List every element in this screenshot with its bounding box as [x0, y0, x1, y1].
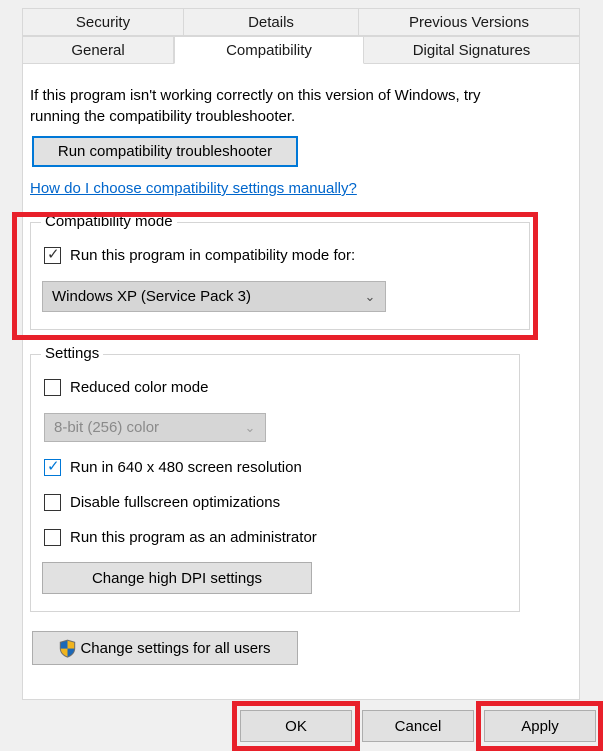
tab-general[interactable]: General — [22, 36, 174, 64]
reduced-color-mode-checkbox-row[interactable]: Reduced color mode — [44, 379, 208, 396]
tab-row-2: General Compatibility Digital Signatures — [22, 36, 580, 64]
tab-compatibility[interactable]: Compatibility — [174, 36, 364, 64]
checkmark-icon: ✓ — [47, 246, 60, 263]
compatibility-os-dropdown[interactable]: Windows XP (Service Pack 3) ⌄ — [42, 281, 386, 312]
apply-button[interactable]: Apply — [484, 710, 596, 742]
tab-details[interactable]: Details — [184, 8, 359, 36]
tab-previous-versions[interactable]: Previous Versions — [359, 8, 580, 36]
tab-digital-signatures[interactable]: Digital Signatures — [364, 36, 580, 64]
run-in-compatibility-mode-checkbox-row[interactable]: ✓ Run this program in compatibility mode… — [44, 246, 356, 264]
run-640x480-checkbox[interactable]: ✓ — [44, 458, 61, 476]
uac-shield-icon — [60, 639, 76, 658]
compatibility-os-value: Windows XP (Service Pack 3) — [52, 288, 251, 305]
run-compatibility-troubleshooter-button[interactable]: Run compatibility troubleshooter — [32, 136, 298, 167]
color-depth-dropdown: 8-bit (256) color ⌄ — [44, 413, 266, 442]
intro-text: If this program isn't working correctly … — [30, 87, 481, 125]
checkmark-icon: ✓ — [47, 458, 60, 475]
run-as-administrator-checkbox[interactable] — [44, 529, 61, 546]
change-settings-for-all-users-button[interactable]: Change settings for all users — [32, 631, 298, 665]
change-settings-for-all-users-label: Change settings for all users — [80, 639, 271, 657]
disable-fullscreen-optimizations-checkbox-row[interactable]: Disable fullscreen optimizations — [44, 494, 280, 511]
disable-fullscreen-optimizations-checkbox[interactable] — [44, 494, 61, 511]
color-depth-value: 8-bit (256) color — [54, 419, 160, 436]
compatibility-mode-legend: Compatibility mode — [41, 213, 177, 230]
disable-fullscreen-optimizations-label: Disable fullscreen optimizations — [70, 494, 281, 511]
chevron-down-icon: ⌄ — [244, 420, 256, 435]
tab-security[interactable]: Security — [22, 8, 184, 36]
ok-button[interactable]: OK — [240, 710, 352, 742]
run-640x480-label: Run in 640 x 480 screen resolution — [70, 459, 302, 476]
cancel-button[interactable]: Cancel — [362, 710, 474, 742]
change-high-dpi-settings-button[interactable]: Change high DPI settings — [42, 562, 312, 594]
reduced-color-mode-checkbox[interactable] — [44, 379, 61, 396]
tab-row-1: Security Details Previous Versions — [22, 8, 580, 36]
settings-legend: Settings — [41, 345, 104, 362]
reduced-color-mode-label: Reduced color mode — [70, 379, 209, 396]
compatibility-help-link[interactable]: How do I choose compatibility settings m… — [30, 180, 357, 197]
run-640x480-checkbox-row[interactable]: ✓ Run in 640 x 480 screen resolution — [44, 458, 302, 476]
run-as-administrator-label: Run this program as an administrator — [70, 529, 317, 546]
run-in-compatibility-mode-label: Run this program in compatibility mode f… — [70, 247, 356, 264]
chevron-down-icon: ⌄ — [364, 289, 376, 304]
tab-strip: Security Details Previous Versions Gener… — [22, 8, 580, 64]
compatibility-mode-group: Compatibility mode — [30, 213, 530, 330]
properties-dialog: Security Details Previous Versions Gener… — [0, 0, 603, 751]
run-in-compatibility-mode-checkbox[interactable]: ✓ — [44, 246, 61, 264]
run-as-administrator-checkbox-row[interactable]: Run this program as an administrator — [44, 529, 317, 546]
